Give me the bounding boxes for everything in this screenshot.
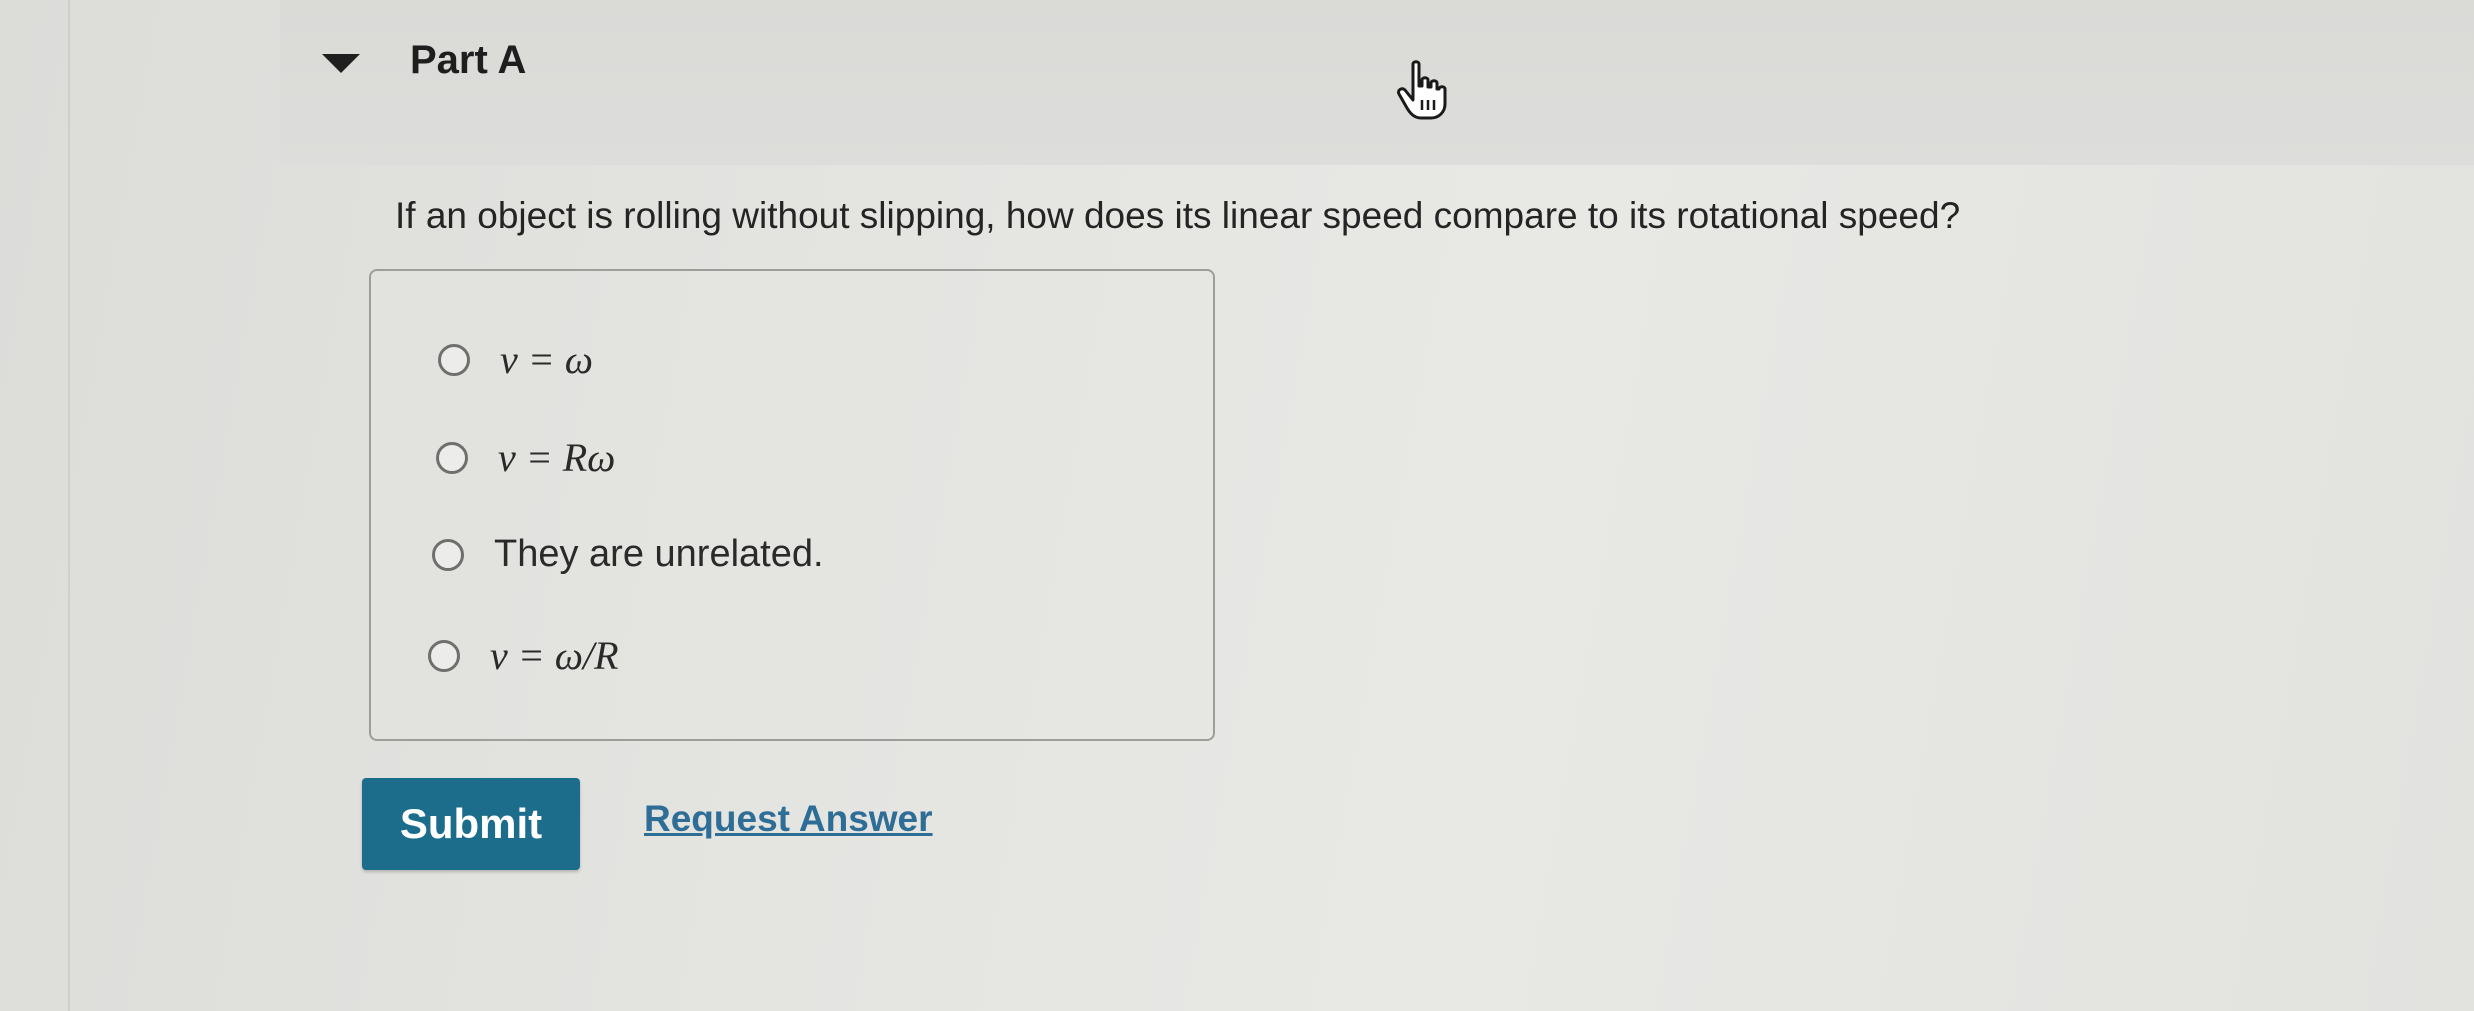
option-label: v = ω/R: [490, 633, 619, 678]
option-label: They are unrelated.: [494, 533, 824, 575]
question-text: If an object is rolling without slipping…: [395, 195, 1961, 236]
option-v-equals-omega[interactable]: v = ω: [438, 336, 593, 383]
part-title[interactable]: Part A: [410, 38, 526, 83]
hand-pointer-icon: [1397, 60, 1447, 120]
request-answer-link[interactable]: Request Answer: [644, 798, 933, 840]
radio-unchecked-icon[interactable]: [436, 441, 468, 474]
radio-unchecked-icon[interactable]: [428, 639, 460, 672]
option-label: v = ω: [500, 337, 593, 382]
option-label: v = Rω: [498, 435, 616, 480]
option-v-equals-r-omega[interactable]: v = Rω: [436, 434, 615, 481]
radio-unchecked-icon[interactable]: [432, 538, 464, 571]
radio-unchecked-icon[interactable]: [438, 343, 470, 376]
part-header: [280, 0, 2474, 165]
option-v-equals-omega-over-r[interactable]: v = ω/R: [428, 632, 619, 679]
left-border: [68, 0, 70, 1011]
caret-down-icon[interactable]: [322, 54, 360, 73]
submit-button[interactable]: Submit: [362, 778, 580, 870]
option-unrelated[interactable]: They are unrelated.: [432, 533, 824, 576]
